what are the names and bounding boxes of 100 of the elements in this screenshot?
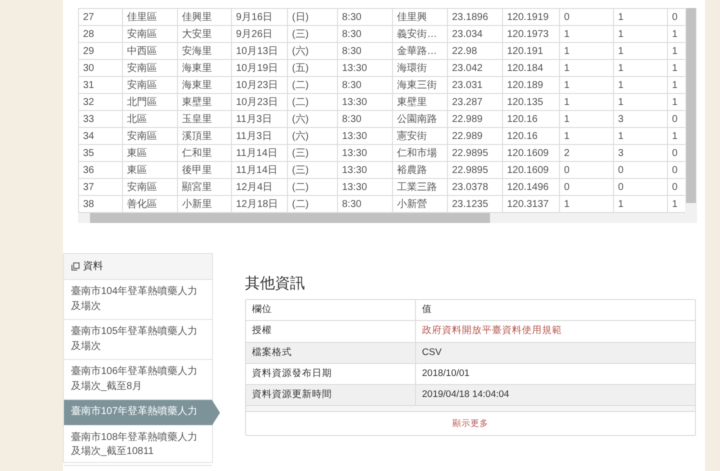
table-cell: (三): [288, 162, 338, 178]
table-cell: 東壁里: [178, 94, 232, 110]
table-cell: (五): [288, 60, 338, 76]
table-cell: 佳里興: [392, 8, 448, 26]
table-cell: 1: [560, 76, 614, 94]
sidebar-item[interactable]: 臺南市108年登革熱噴藥人力及場次_截至10811: [64, 426, 212, 466]
table-cell: 安南區: [122, 178, 178, 196]
table-cell: 海東里: [178, 60, 232, 76]
table-cell: 1: [560, 60, 614, 76]
license-link[interactable]: 政府資料開放平臺資料使用規範: [422, 325, 562, 336]
table-cell: 安南區: [122, 26, 178, 42]
table-cell: (二): [288, 76, 338, 94]
table-cell: 顯宮里: [178, 178, 232, 196]
table-cell: 資料資源更新時間: [246, 384, 416, 406]
table-cell: 10月23日: [232, 76, 288, 94]
table-cell: (三): [288, 144, 338, 162]
table-cell: 1: [614, 60, 668, 76]
copy-icon: [71, 262, 80, 271]
table-cell: (二): [288, 178, 338, 196]
table-cell: 安南區: [122, 60, 178, 76]
table-cell: 22.9895: [448, 162, 502, 178]
table-cell: 佳里區: [122, 8, 178, 26]
table-cell: 120.135: [502, 94, 560, 110]
column-header: 欄位: [246, 300, 416, 321]
table-cell: 1: [614, 76, 668, 94]
table-cell: 8:30: [338, 8, 392, 26]
table-cell: 37: [78, 178, 122, 196]
table-cell: 13:30: [338, 128, 392, 144]
table-cell: 授權: [246, 320, 416, 342]
table-cell: 120.1919: [502, 8, 560, 26]
table-cell: 120.184: [502, 60, 560, 76]
table-cell: 22.98: [448, 42, 502, 60]
table-cell: 120.16: [502, 128, 560, 144]
table-cell: 11月3日: [232, 128, 288, 144]
table-cell: 溪頂里: [178, 128, 232, 144]
table-cell: 東區: [122, 162, 178, 178]
table-cell: 120.1609: [502, 144, 560, 162]
table-cell: CSV: [416, 342, 695, 364]
table-cell: 10月19日: [232, 60, 288, 76]
table-cell: 27: [78, 8, 122, 26]
table-cell: 0: [560, 178, 614, 196]
table-cell: 120.1496: [502, 178, 560, 196]
table-cell: 23.042: [448, 60, 502, 76]
sidebar-item[interactable]: 臺南市105年登革熱噴藥人力及場次: [64, 320, 212, 360]
table-cell: 10月23日: [232, 94, 288, 110]
table-cell: 8:30: [338, 110, 392, 128]
table-cell: 9月16日: [232, 8, 288, 26]
sidebar-item[interactable]: 臺南市104年登革熱噴藥人力及場次: [64, 280, 212, 320]
table-cell: 海東三街: [392, 76, 448, 94]
table-cell: 檔案格式: [246, 342, 416, 364]
table-cell: 13:30: [338, 178, 392, 196]
table-cell: 120.16: [502, 110, 560, 128]
table-cell: 13:30: [338, 60, 392, 76]
table-cell: 仁和市場: [392, 144, 448, 162]
table-cell: 29: [78, 42, 122, 60]
table-cell: 1: [614, 128, 668, 144]
table-cell: 11月14日: [232, 162, 288, 178]
table-cell: 北區: [122, 110, 178, 128]
horizontal-scrollbar[interactable]: [78, 213, 697, 223]
table-cell: 1: [614, 94, 668, 110]
table-cell: 31: [78, 76, 122, 94]
table-cell: 12月4日: [232, 178, 288, 196]
table-cell: 1: [560, 94, 614, 110]
table-cell: 8:30: [338, 26, 392, 42]
table-cell: 0: [614, 162, 668, 178]
table-cell: 後甲里: [178, 162, 232, 178]
table-cell: 23.0378: [448, 178, 502, 196]
table-cell: 120.189: [502, 76, 560, 94]
table-cell: (六): [288, 42, 338, 60]
table-cell: 9月26日: [232, 26, 288, 42]
table-cell: (二): [288, 94, 338, 110]
table-cell: 金華路…: [392, 42, 448, 60]
table-cell: 佳興里: [178, 8, 232, 26]
table-cell: 3: [614, 144, 668, 162]
table-cell: 憲安街: [392, 128, 448, 144]
table-cell: 120.1973: [502, 26, 560, 42]
table-cell: 大安里: [178, 26, 232, 42]
table-cell: 23.1896: [448, 8, 502, 26]
table-cell: 0: [560, 8, 614, 26]
table-cell: 安南區: [122, 76, 178, 94]
table-cell: 8:30: [338, 76, 392, 94]
table-cell: 東區: [122, 144, 178, 162]
table-cell: 2019/04/18 14:04:04: [416, 384, 695, 406]
show-more-link[interactable]: 顯示更多: [452, 418, 488, 428]
table-cell: 8:30: [338, 42, 392, 60]
table-cell: (日): [288, 8, 338, 26]
table-cell: 0: [560, 162, 614, 178]
table-cell: 22.989: [448, 110, 502, 128]
table-cell: 玉皇里: [178, 110, 232, 128]
column-header: 值: [416, 300, 695, 321]
table-cell: 35: [78, 144, 122, 162]
table-cell: 海環街: [392, 60, 448, 76]
sidebar-title: 資料: [83, 260, 103, 274]
table-cell: (六): [288, 110, 338, 128]
table-cell: 33: [78, 110, 122, 128]
table-cell: 1: [560, 42, 614, 60]
table-cell: 30: [78, 60, 122, 76]
vertical-scrollbar[interactable]: [685, 8, 697, 213]
table-cell: 13:30: [338, 144, 392, 162]
table-cell: 23.287: [448, 94, 502, 110]
